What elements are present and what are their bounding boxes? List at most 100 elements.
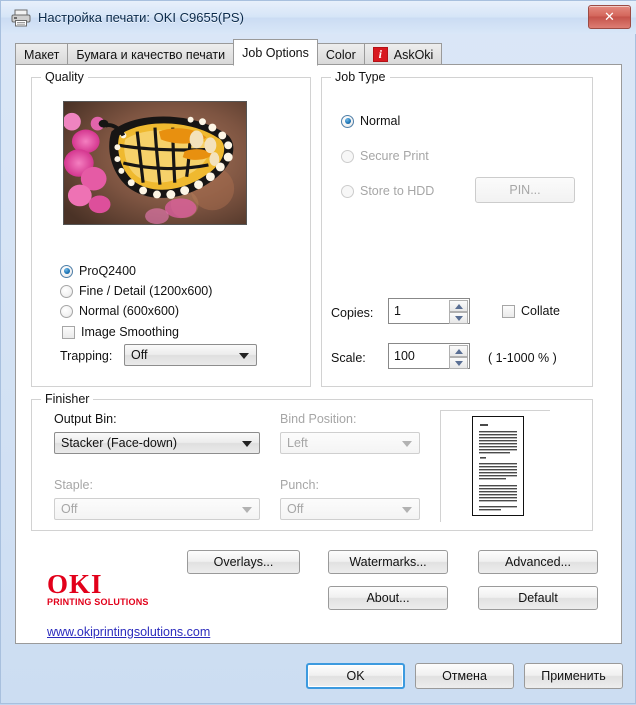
printer-icon [11,9,31,27]
punch-select: Off [280,498,420,520]
scale-value: 100 [394,349,415,363]
punch-label: Punch: [280,478,319,492]
scale-stepper[interactable]: 100 [388,343,470,369]
butterfly-preview-image [63,101,247,225]
image-smoothing-label: Image Smoothing [81,325,179,339]
caret-up-icon [454,303,463,309]
tab-label: Макет [24,47,60,62]
job-type-option-label: Secure Print [360,149,429,163]
output-bin-select[interactable]: Stacker (Face-down) [54,432,260,454]
output-bin-value: Stacker (Face-down) [61,436,178,450]
copies-stepper[interactable]: 1 [388,298,470,324]
collate-label: Collate [521,304,560,318]
tab-maket[interactable]: Макет [15,43,69,65]
caret-down-icon [454,315,463,321]
info-badge-icon: i [372,47,388,62]
quality-option-fine-detail[interactable]: Fine / Detail (1200x600) [60,284,212,298]
watermarks-button[interactable]: Watermarks... [328,550,448,574]
copies-decrement-button[interactable] [449,312,468,324]
trapping-label: Trapping: [60,349,113,363]
checkbox-icon [62,325,75,339]
quality-option-label: Fine / Detail (1200x600) [79,284,213,298]
bind-position-select: Left [280,432,420,454]
job-type-option-label: Store to HDD [360,184,435,198]
tab-label: Color [325,47,356,62]
about-button[interactable]: About... [328,586,448,610]
collate-checkbox[interactable]: Collate [502,304,560,318]
caret-up-icon [454,348,463,354]
quality-option-proq2400[interactable]: ProQ2400 [60,264,136,278]
quality-group: Quality ProQ2400 Fine / Detail (1200x600… [31,70,311,387]
job-type-option-store-to-hdd: Store to HDD [341,184,434,198]
tab-label: AskOki [393,47,434,62]
chevron-down-icon [402,507,412,513]
quality-option-label: ProQ2400 [79,264,136,278]
job-type-group-label: Job Type [331,70,390,84]
preview-sheet [472,416,524,516]
trapping-value: Off [131,348,148,362]
trapping-select[interactable]: Off [124,344,257,366]
copies-increment-button[interactable] [449,300,468,312]
pin-button-label: PIN... [509,183,541,197]
staple-select: Off [54,498,260,520]
scale-decrement-button[interactable] [449,357,468,369]
overlays-button[interactable]: Overlays... [187,550,300,574]
output-bin-label: Output Bin: [54,412,117,426]
quality-group-label: Quality [41,70,88,84]
radio-icon [341,114,354,128]
default-button[interactable]: Default [478,586,598,610]
close-icon: ✕ [604,9,615,24]
advanced-button[interactable]: Advanced... [478,550,598,574]
page-layout-preview [440,410,550,522]
staple-label: Staple: [54,478,93,492]
ok-button[interactable]: OK [306,663,405,689]
close-button[interactable]: ✕ [588,5,631,29]
image-smoothing-checkbox[interactable]: Image Smoothing [62,325,179,339]
radio-icon [60,284,73,298]
radio-icon [341,184,354,198]
copies-spin-buttons[interactable] [449,300,468,324]
cancel-button-label: Отмена [442,669,487,683]
cancel-button[interactable]: Отмена [415,663,514,689]
finisher-group-label: Finisher [41,392,94,406]
window-title: Настройка печати: OKI C9655(PS) [38,10,244,25]
quality-option-normal[interactable]: Normal (600x600) [60,304,179,318]
job-type-group: Job Type Normal Secure Print Store to HD… [321,70,593,387]
title-bar: Настройка печати: OKI C9655(PS) ✕ [1,1,636,34]
chevron-down-icon [239,353,249,359]
scale-label: Scale: [331,351,366,365]
tab-askoki[interactable]: i AskOki [363,43,443,65]
staple-value: Off [61,502,78,516]
tab-job-options[interactable]: Job Options [233,39,318,66]
job-type-option-secure-print: Secure Print [341,149,429,163]
chevron-down-icon [242,507,252,513]
chevron-down-icon [402,441,412,447]
punch-value: Off [287,502,304,516]
about-button-label: About... [366,591,410,605]
job-type-option-label: Normal [360,114,401,128]
radio-icon [60,304,73,318]
job-type-option-normal[interactable]: Normal [341,114,400,128]
oki-logo: OKI PRINTING SOLUTIONS [47,571,149,608]
scale-range-hint: ( 1-1000 % ) [488,351,557,365]
copies-label: Copies: [331,306,374,320]
bind-position-label: Bind Position: [280,412,357,426]
printing-preferences-dialog: Настройка печати: OKI C9655(PS) ✕ Макет … [0,0,636,704]
overlays-button-label: Overlays... [213,555,274,569]
apply-button[interactable]: Применить [524,663,623,689]
tab-paper-quality[interactable]: Бумага и качество печати [67,43,235,65]
caret-down-icon [454,360,463,366]
oki-logo-wordmark: OKI [47,569,103,599]
tab-label: Job Options [242,45,309,60]
dialog-button-bar: OK Отмена Применить [1,651,636,705]
oki-website-link[interactable]: www.okiprintingsolutions.com [47,625,210,639]
scale-increment-button[interactable] [449,345,468,357]
pin-button: PIN... [475,177,575,203]
tab-color[interactable]: Color [316,43,365,65]
scale-spin-buttons[interactable] [449,345,468,369]
chevron-down-icon [242,441,252,447]
radio-icon [341,149,354,163]
watermarks-button-label: Watermarks... [349,555,427,569]
oki-logo-tagline: PRINTING SOLUTIONS [47,597,149,607]
quality-option-label: Normal (600x600) [79,304,180,318]
